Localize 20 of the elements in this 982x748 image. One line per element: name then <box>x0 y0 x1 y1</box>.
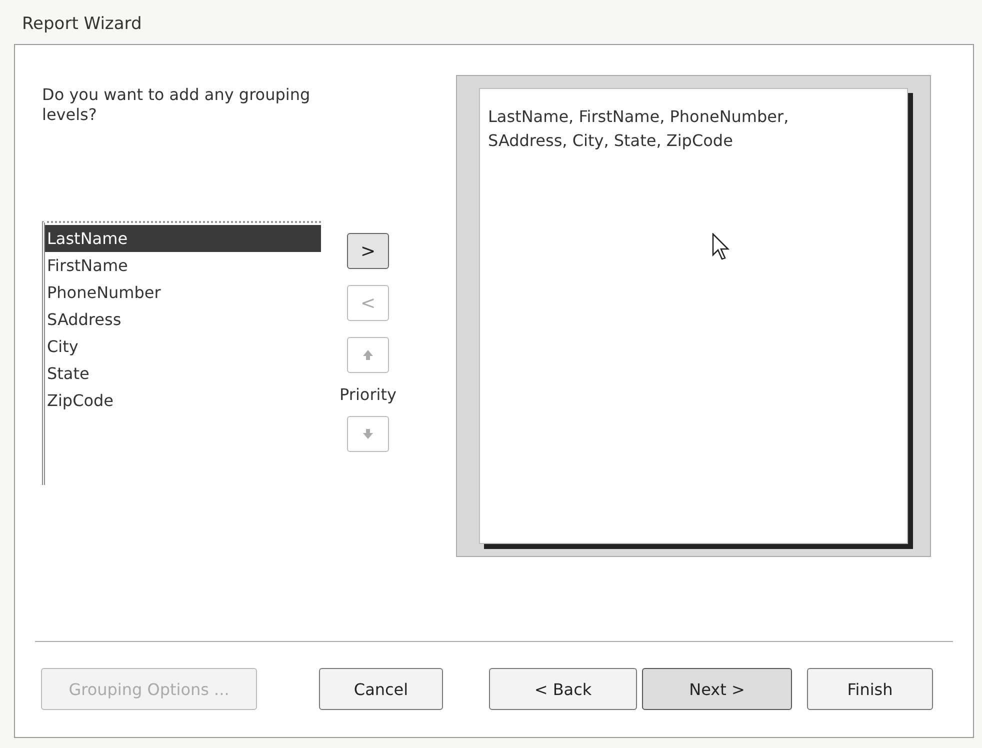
field-item[interactable]: FirstName <box>45 252 321 279</box>
field-list[interactable]: LastName FirstName PhoneNumber SAddress City State ZipCode <box>42 221 321 485</box>
cancel-button[interactable]: Cancel <box>319 668 443 710</box>
field-item[interactable]: City <box>45 333 321 360</box>
field-item[interactable]: SAddress <box>45 306 321 333</box>
preview-text: LastName, FirstName, PhoneNumber, SAddress, City, State, ZipCode <box>488 106 790 152</box>
mouse-pointer-icon <box>712 233 730 261</box>
question-text: Do you want to add any grouping levels? <box>42 85 312 125</box>
next-button[interactable]: Next > <box>642 668 792 710</box>
field-item[interactable]: LastName <box>45 225 321 252</box>
field-item[interactable]: PhoneNumber <box>45 279 321 306</box>
back-button[interactable]: < Back <box>489 668 637 710</box>
window-title: Report Wizard <box>21 14 143 36</box>
add-field-button[interactable]: > <box>347 233 389 269</box>
priority-label: Priority <box>340 385 396 404</box>
field-item[interactable]: State <box>45 360 321 387</box>
up-arrow-icon <box>362 349 374 361</box>
field-item[interactable]: ZipCode <box>45 387 321 414</box>
finish-button[interactable]: Finish <box>807 668 933 710</box>
down-arrow-icon <box>362 428 374 440</box>
